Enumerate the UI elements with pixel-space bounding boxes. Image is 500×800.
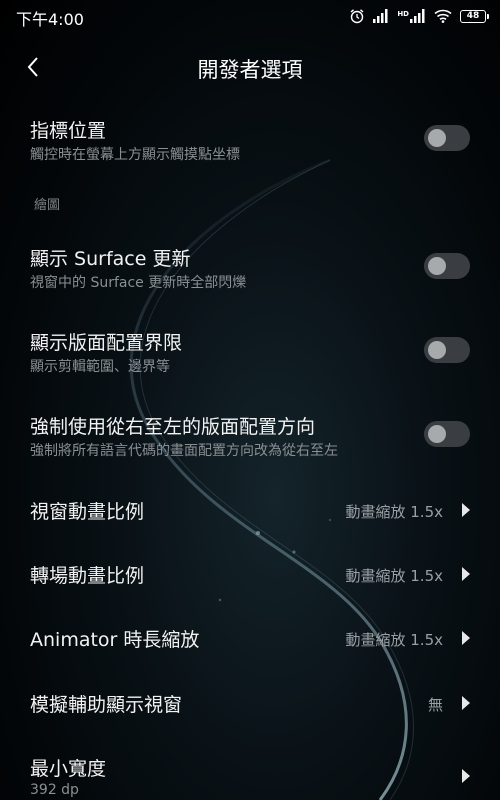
alarm-icon — [349, 8, 365, 24]
setting-window-animation-scale[interactable]: 視窗動畫比例 動畫縮放 1.5x — [0, 488, 500, 532]
header: 開發者選項 — [0, 36, 500, 98]
setting-subtitle: 強制將所有語言代碼的畫面配置方向改為從右至左 — [30, 443, 338, 459]
setting-title: 顯示版面配置界限 — [30, 332, 183, 354]
pointer-location-toggle[interactable] — [424, 125, 470, 151]
setting-subtitle: 顯示剪輯範圍、邊界等 — [30, 359, 170, 375]
battery-level: 48 — [466, 10, 480, 21]
setting-animator-duration-scale[interactable]: Animator 時長縮放 動畫縮放 1.5x — [0, 616, 500, 660]
setting-transition-animation-scale[interactable]: 轉場動畫比例 動畫縮放 1.5x — [0, 552, 500, 596]
setting-subtitle: 觸控時在螢幕上方顯示觸摸點坐標 — [30, 147, 240, 163]
setting-title: 轉場動畫比例 — [30, 565, 145, 587]
developer-options-screen: 下午4:00 HD 48 開發者選項 指標位置 觸控時在螢幕上方顯示觸摸點坐標 … — [0, 0, 500, 800]
toggle-knob — [428, 257, 446, 275]
setting-title: 模擬輔助顯示視窗 — [30, 694, 183, 716]
setting-value: 動畫縮放 1.5x — [345, 631, 443, 649]
toggle-knob — [428, 341, 446, 359]
setting-show-surface-updates[interactable]: 顯示 Surface 更新 視窗中的 Surface 更新時全部閃爍 — [0, 240, 500, 302]
setting-pointer-location[interactable]: 指標位置 觸控時在螢幕上方顯示觸摸點坐標 — [0, 112, 500, 174]
setting-title: 最小寬度 — [30, 758, 107, 780]
chevron-right-icon — [462, 769, 470, 783]
setting-title: 強制使用從右至左的版面配置方向 — [30, 416, 316, 438]
setting-force-rtl-layout[interactable]: 強制使用從右至左的版面配置方向 強制將所有語言代碼的畫面配置方向改為從右至左 — [0, 408, 500, 470]
setting-subtitle: 視窗中的 Surface 更新時全部閃爍 — [30, 275, 247, 291]
setting-title: 視窗動畫比例 — [30, 501, 145, 523]
section-label-drawing: 繪圖 — [34, 198, 61, 213]
force-rtl-toggle[interactable] — [424, 421, 470, 447]
chevron-right-icon — [462, 503, 470, 517]
setting-smallest-width[interactable]: 最小寬度 392 dp — [0, 750, 500, 800]
wifi-icon — [434, 9, 452, 23]
show-surface-updates-toggle[interactable] — [424, 253, 470, 279]
setting-title: 顯示 Surface 更新 — [30, 248, 191, 270]
chevron-right-icon — [462, 631, 470, 645]
setting-title: Animator 時長縮放 — [30, 629, 200, 651]
setting-title: 指標位置 — [30, 120, 107, 142]
toggle-knob — [428, 425, 446, 443]
toggle-knob — [428, 129, 446, 147]
setting-value: 動畫縮放 1.5x — [345, 567, 443, 585]
setting-value: 動畫縮放 1.5x — [345, 503, 443, 521]
page-title: 開發者選項 — [197, 58, 303, 82]
setting-show-layout-bounds[interactable]: 顯示版面配置界限 顯示剪輯範圍、邊界等 — [0, 324, 500, 386]
battery-icon: 48 — [460, 9, 489, 23]
chevron-right-icon — [462, 567, 470, 581]
setting-simulate-secondary-displays[interactable]: 模擬輔助顯示視窗 無 — [0, 681, 500, 725]
signal-icon — [373, 9, 389, 23]
hd-signal-icon: HD — [397, 9, 426, 23]
status-icons: HD 48 — [349, 6, 489, 26]
status-bar: 下午4:00 HD 48 — [0, 0, 500, 32]
hd-label: HD — [397, 10, 409, 18]
setting-value: 無 — [427, 696, 443, 714]
status-time: 下午4:00 — [16, 10, 84, 29]
show-layout-bounds-toggle[interactable] — [424, 337, 470, 363]
setting-subtitle: 392 dp — [30, 782, 79, 798]
chevron-right-icon — [462, 696, 470, 710]
